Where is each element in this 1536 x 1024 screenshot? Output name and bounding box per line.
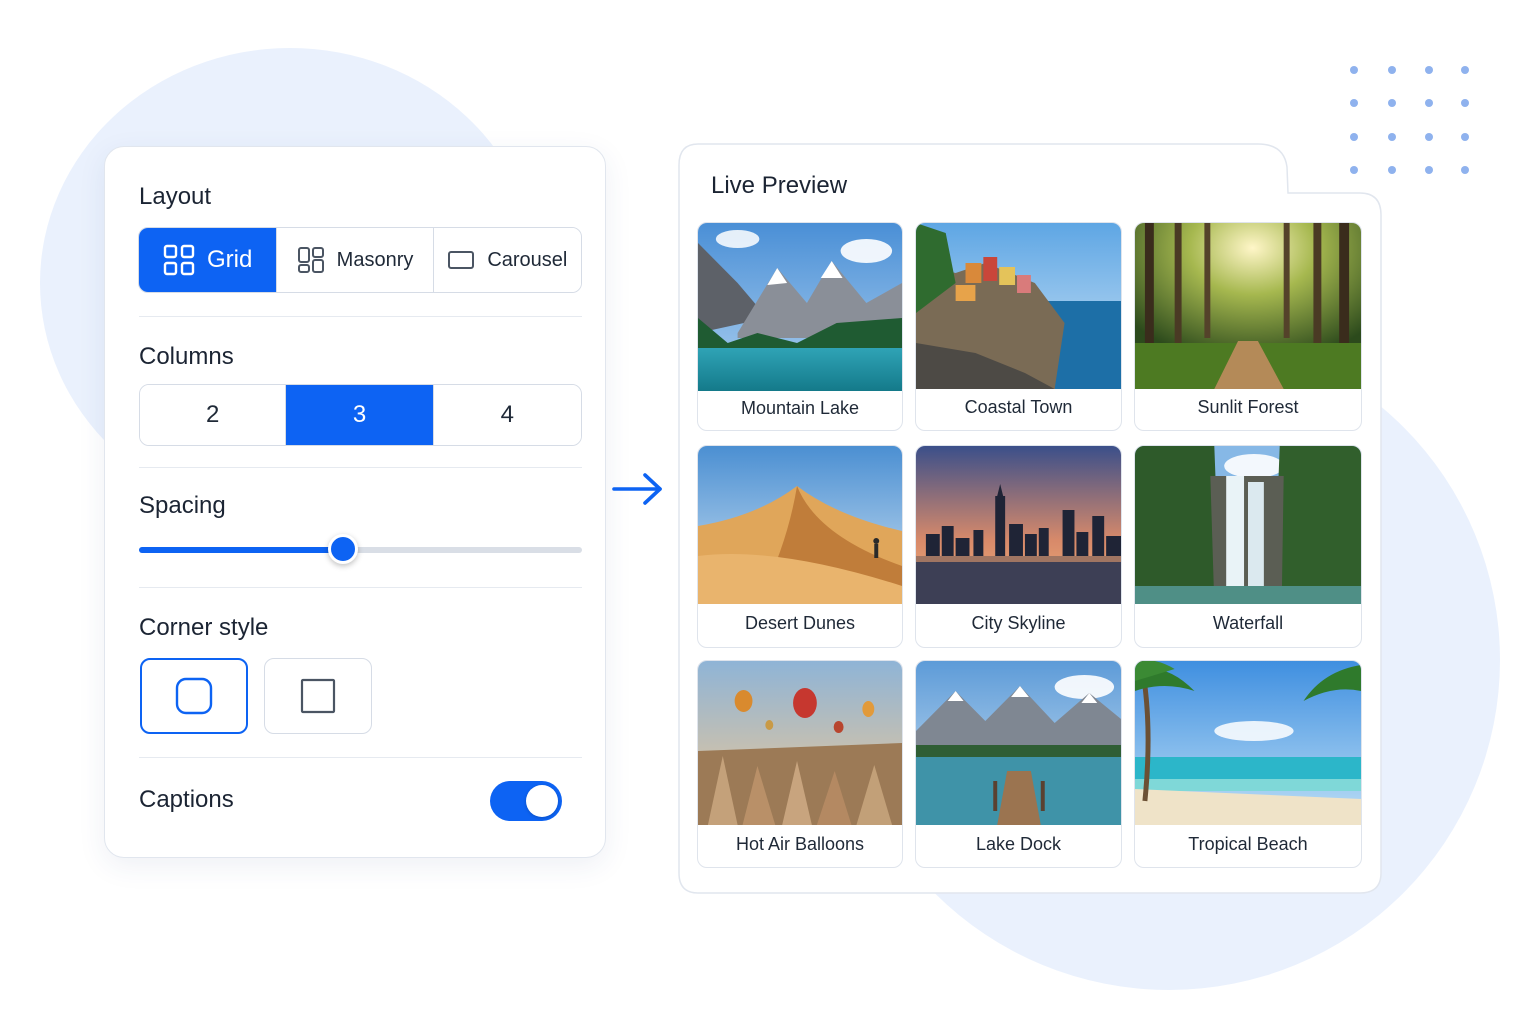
city-skyline-photo: [916, 446, 1121, 604]
layout-option-carousel[interactable]: Carousel: [433, 228, 581, 292]
preview-title: Live Preview: [711, 172, 848, 199]
masonry-icon: [297, 247, 324, 273]
square-corner-icon: [300, 678, 336, 714]
grid-icon: [163, 244, 195, 276]
captions-title: Captions: [139, 786, 234, 813]
card-caption: Lake Dock: [975, 834, 1062, 854]
gallery-card[interactable]: Tropical Beach: [1134, 660, 1362, 868]
layout-option-label: Grid: [207, 246, 253, 273]
card-caption: Waterfall: [1212, 613, 1284, 633]
layout-option-masonry[interactable]: Masonry: [277, 228, 434, 292]
card-caption: Sunlit Forest: [1197, 397, 1299, 417]
card-caption: City Skyline: [971, 613, 1066, 633]
toggle-knob: [526, 785, 558, 817]
hot-air-balloons-photo: [698, 661, 902, 825]
tropical-beach-photo: [1135, 661, 1361, 825]
columns-title: Columns: [139, 343, 234, 370]
slider-fill: [139, 547, 343, 553]
sunlit-forest-photo: [1135, 223, 1361, 389]
mountain-lake-photo: [698, 223, 902, 391]
gallery-card[interactable]: Lake Dock: [915, 660, 1122, 868]
card-caption: Mountain Lake: [740, 398, 860, 418]
divider: [139, 316, 582, 317]
card-caption: Hot Air Balloons: [735, 834, 865, 854]
spacing-slider[interactable]: [139, 534, 582, 564]
columns-selector: 2 3 4: [139, 384, 582, 446]
card-caption: Coastal Town: [964, 397, 1073, 417]
arrow-right-icon: [612, 473, 662, 505]
gallery-card[interactable]: Hot Air Balloons: [697, 660, 903, 868]
layout-option-grid[interactable]: Grid: [139, 228, 278, 292]
desert-dunes-photo: [698, 446, 902, 604]
gallery-card[interactable]: City Skyline: [915, 445, 1122, 648]
rounded-corner-icon: [175, 677, 213, 715]
card-caption: Desert Dunes: [744, 613, 856, 633]
waterfall-photo: [1135, 446, 1361, 604]
captions-toggle[interactable]: [490, 781, 562, 821]
gallery-card[interactable]: Desert Dunes: [697, 445, 903, 648]
columns-option-3[interactable]: 3: [286, 385, 434, 445]
slider-thumb[interactable]: [327, 534, 358, 564]
corner-option-rounded[interactable]: [140, 658, 248, 734]
gallery-card[interactable]: Coastal Town: [915, 222, 1122, 431]
carousel-icon: [448, 251, 475, 269]
columns-option-4[interactable]: 4: [433, 385, 581, 445]
gallery-card[interactable]: Sunlit Forest: [1134, 222, 1362, 431]
corner-style-title: Corner style: [139, 614, 269, 641]
layout-title: Layout: [139, 183, 212, 210]
gallery-card[interactable]: Waterfall: [1134, 445, 1362, 648]
coastal-town-photo: [916, 223, 1121, 389]
layout-option-label: Carousel: [487, 248, 568, 271]
spacing-title: Spacing: [139, 492, 226, 519]
layout-selector: Grid Masonry Carousel: [138, 227, 582, 293]
divider: [139, 587, 582, 588]
gallery-card[interactable]: Mountain Lake: [697, 222, 903, 431]
corner-option-square[interactable]: [264, 658, 372, 734]
settings-panel: Layout Grid Masonry Carousel Columns 2 3: [104, 146, 606, 858]
lake-dock-photo: [916, 661, 1121, 825]
layout-option-label: Masonry: [336, 248, 414, 271]
columns-option-2[interactable]: 2: [140, 385, 287, 445]
divider: [139, 757, 582, 758]
divider: [139, 467, 582, 468]
card-caption: Tropical Beach: [1188, 834, 1308, 854]
